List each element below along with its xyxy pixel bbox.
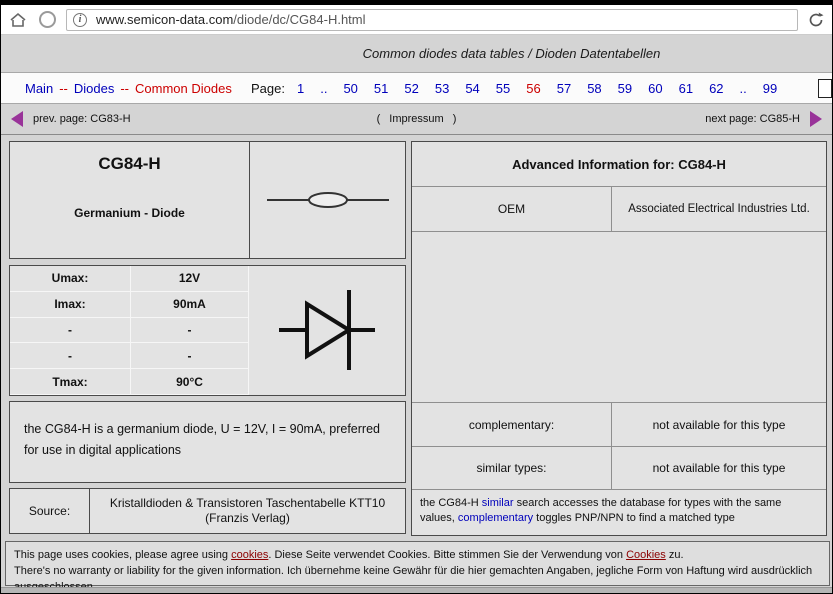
- diode-symbol-icon: [249, 266, 405, 395]
- page-link-60[interactable]: 60: [648, 81, 662, 96]
- page-link-55[interactable]: 55: [496, 81, 510, 96]
- param-value-imax: 90mA: [131, 292, 249, 318]
- param-label-empty2: -: [10, 343, 131, 369]
- page-link-62[interactable]: 62: [709, 81, 723, 96]
- page-link-51[interactable]: 51: [374, 81, 388, 96]
- param-label-tmax: Tmax:: [10, 369, 131, 395]
- oem-label: OEM: [412, 187, 612, 231]
- source-label: Source:: [10, 489, 90, 533]
- diode-package-icon: [250, 142, 405, 258]
- breadcrumb-common-diodes: Common Diodes: [135, 81, 232, 96]
- page-ellipsis-left[interactable]: ..: [320, 81, 327, 96]
- page-link-61[interactable]: 61: [679, 81, 693, 96]
- page-label: Page:: [251, 81, 285, 96]
- next-arrow-icon[interactable]: [810, 111, 822, 127]
- breadcrumb: Main -- Diodes -- Common Diodes: [25, 81, 251, 96]
- url-path: /diode/dc/CG84-H.html: [233, 12, 365, 27]
- complementary-row: complementary: not available for this ty…: [412, 402, 826, 446]
- complementary-value: not available for this type: [612, 403, 826, 446]
- browser-toolbar: i www.semicon-data.com/diode/dc/CG84-H.h…: [1, 5, 832, 35]
- similar-link[interactable]: similar: [482, 497, 514, 509]
- page-link-52[interactable]: 52: [404, 81, 418, 96]
- page-link-99[interactable]: 99: [763, 81, 777, 96]
- cookies-link-en[interactable]: cookies: [231, 549, 268, 561]
- part-family: Germanium - Diode: [74, 206, 185, 220]
- oem-row: OEM Associated Electrical Industries Ltd…: [412, 187, 826, 232]
- breadcrumb-main[interactable]: Main: [25, 81, 53, 96]
- param-value-empty2: -: [131, 343, 249, 369]
- note-text-3: toggles PNP/NPN to find a matched type: [533, 512, 735, 524]
- param-value-tmax: 90°C: [131, 369, 249, 395]
- cookies-link-de[interactable]: Cookies: [626, 549, 666, 561]
- source-value: Kristalldioden & Transistoren Taschentab…: [90, 489, 405, 533]
- cookie-text-3: zu.: [666, 549, 684, 561]
- breadcrumb-separator: --: [120, 81, 129, 96]
- pagination: 1 .. 50 51 52 53 54 55 56 57 58 59 60 61…: [297, 81, 777, 96]
- param-label-imax: Imax:: [10, 292, 131, 318]
- page-link-59[interactable]: 59: [618, 81, 632, 96]
- param-value-empty1: -: [131, 318, 249, 344]
- prev-arrow-icon[interactable]: [11, 111, 23, 127]
- page-link-53[interactable]: 53: [435, 81, 449, 96]
- page-jump-input[interactable]: [818, 79, 832, 98]
- refresh-icon[interactable]: [808, 12, 824, 28]
- description-box: the CG84-H is a germanium diode, U = 12V…: [9, 401, 406, 483]
- page-link-54[interactable]: 54: [465, 81, 479, 96]
- cookie-text-1: This page uses cookies, please agree usi…: [14, 549, 231, 561]
- parameters-table: Umax: 12V Imax: 90mA - - - - Tmax: 90°C: [9, 265, 406, 396]
- param-label-empty1: -: [10, 318, 131, 344]
- url-bar[interactable]: i www.semicon-data.com/diode/dc/CG84-H.h…: [66, 9, 798, 31]
- impressum-link[interactable]: ( Impressum ): [377, 113, 457, 125]
- part-header-box: CG84-H Germanium - Diode: [9, 141, 406, 259]
- browser-window: i www.semicon-data.com/diode/dc/CG84-H.h…: [0, 0, 833, 594]
- page-link-1[interactable]: 1: [297, 81, 304, 96]
- page-ellipsis-right[interactable]: ..: [740, 81, 747, 96]
- url-domain: www.semicon-data.com: [96, 12, 233, 27]
- page-link-50[interactable]: 50: [343, 81, 357, 96]
- cookie-notice: This page uses cookies, please agree usi…: [5, 541, 830, 586]
- breadcrumb-diodes[interactable]: Diodes: [74, 81, 114, 96]
- page-current-56: 56: [526, 81, 540, 96]
- cookie-line-1: This page uses cookies, please agree usi…: [14, 547, 821, 563]
- advanced-info-title: Advanced Information for: CG84-H: [412, 142, 826, 187]
- home-icon[interactable]: [9, 12, 27, 28]
- pager-bar: prev. page: CG83-H ( Impressum ) next pa…: [1, 104, 832, 135]
- complementary-label: complementary:: [412, 403, 612, 446]
- part-identity: CG84-H Germanium - Diode: [10, 142, 250, 258]
- url-text: www.semicon-data.com/diode/dc/CG84-H.htm…: [96, 12, 366, 27]
- advanced-note: the CG84-H similar search accesses the d…: [412, 489, 826, 535]
- source-box: Source: Kristalldioden & Transistoren Ta…: [9, 488, 406, 534]
- window-bottom-edge: [1, 587, 832, 593]
- note-text-1: the CG84-H: [420, 497, 482, 509]
- next-page-link[interactable]: next page: CG85-H: [705, 113, 800, 125]
- breadcrumb-separator: --: [59, 81, 68, 96]
- similar-types-value: not available for this type: [612, 447, 826, 489]
- page-link-57[interactable]: 57: [557, 81, 571, 96]
- page-title: Common diodes data tables / Dioden Daten…: [1, 37, 832, 71]
- oem-value: Associated Electrical Industries Ltd.: [612, 187, 826, 231]
- similar-types-label: similar types:: [412, 447, 612, 489]
- page-link-58[interactable]: 58: [587, 81, 601, 96]
- complementary-link[interactable]: complementary: [458, 512, 533, 524]
- advanced-info-box: Advanced Information for: CG84-H OEM Ass…: [411, 141, 827, 536]
- back-button[interactable]: [39, 11, 56, 28]
- param-label-umax: Umax:: [10, 266, 131, 292]
- advanced-empty-area: [412, 232, 826, 402]
- param-value-umax: 12V: [131, 266, 249, 292]
- part-name: CG84-H: [98, 154, 160, 174]
- similar-types-row: similar types: not available for this ty…: [412, 446, 826, 489]
- info-icon[interactable]: i: [73, 13, 87, 27]
- prev-page-link[interactable]: prev. page: CG83-H: [33, 113, 131, 125]
- cookie-text-2: . Diese Seite verwendet Cookies. Bitte s…: [268, 549, 626, 561]
- nav-bar: Main -- Diodes -- Common Diodes Page: 1 …: [1, 72, 832, 104]
